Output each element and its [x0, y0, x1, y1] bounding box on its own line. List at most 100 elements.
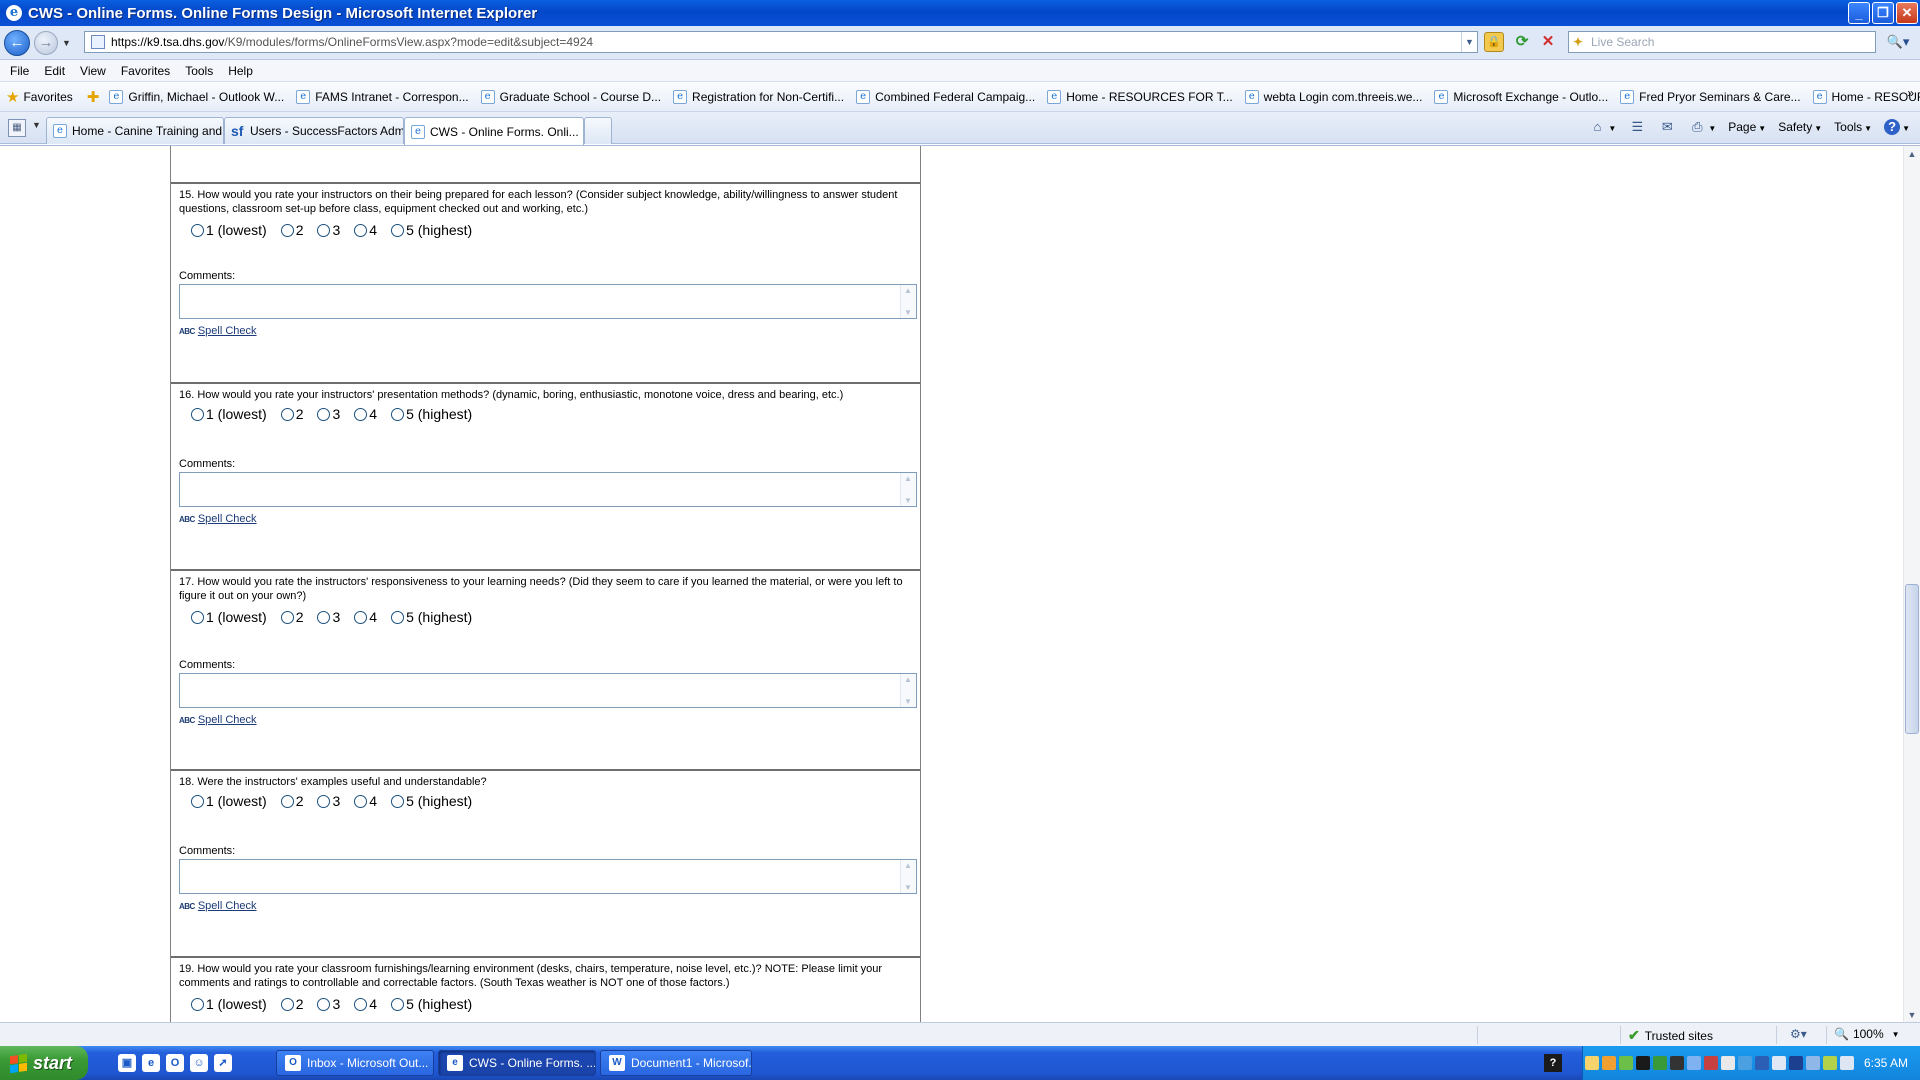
tray-app-icon[interactable]: [1601, 1056, 1616, 1070]
rating-option-4[interactable]: 4: [354, 996, 377, 1012]
rating-option-4[interactable]: 4: [354, 793, 377, 809]
tab-list-dropdown[interactable]: ▼: [32, 120, 41, 130]
read-mail-button[interactable]: ✉: [1658, 118, 1676, 136]
rating-option-5[interactable]: 5 (highest): [391, 406, 472, 422]
spell-check-link[interactable]: Spell Check: [198, 513, 257, 525]
favorite-link[interactable]: e Combined Federal Campaig...: [856, 89, 1035, 104]
spell-check[interactable]: ABC Spell Check: [179, 900, 257, 912]
favorite-link[interactable]: e FAMS Intranet - Correspon...: [296, 89, 469, 104]
tray-app-icon[interactable]: [1618, 1056, 1633, 1070]
tray-search-icon[interactable]: [1737, 1056, 1752, 1070]
address-dropdown-icon[interactable]: ▼: [1461, 32, 1477, 52]
rating-option-5[interactable]: 5 (highest): [391, 996, 472, 1012]
favorite-link[interactable]: eHome - RESOURCES FOR T...: [1812, 89, 1920, 104]
rating-option-1[interactable]: 1 (lowest): [191, 222, 267, 238]
radio-button[interactable]: [280, 407, 294, 421]
rating-option-2[interactable]: 2: [280, 996, 303, 1012]
search-icon[interactable]: 🔍▾: [1880, 32, 1916, 52]
scroll-down-icon[interactable]: ▼: [1904, 1007, 1920, 1022]
search-input[interactable]: ✦ Live Search: [1568, 31, 1876, 53]
spell-check[interactable]: ABC Spell Check: [179, 513, 257, 525]
tools-menu[interactable]: Tools ▼: [1834, 120, 1872, 134]
radio-button[interactable]: [391, 407, 405, 421]
task-document1-word[interactable]: W Document1 - Microsof...: [600, 1050, 752, 1076]
radio-button[interactable]: [191, 407, 204, 421]
favorite-link[interactable]: e Registration for Non-Certifi...: [673, 89, 844, 104]
spell-check-link[interactable]: Spell Check: [198, 900, 257, 912]
radio-button[interactable]: [391, 223, 405, 237]
radio-button[interactable]: [191, 794, 204, 808]
tray-mail-icon[interactable]: [1584, 1056, 1599, 1070]
radio-button[interactable]: [280, 794, 294, 808]
rating-option-2[interactable]: 2: [280, 793, 303, 809]
maximize-button[interactable]: ❐: [1872, 2, 1894, 24]
radio-button[interactable]: [317, 997, 331, 1011]
favorite-link[interactable]: e webta Login com.threeis.we...: [1244, 89, 1422, 104]
tab-cws-online-forms[interactable]: eCWS - Online Forms. Onli... ✕: [404, 117, 584, 145]
help-menu[interactable]: ? ▼: [1884, 119, 1910, 135]
desktop-icon[interactable]: ▣: [118, 1054, 136, 1072]
rating-option-3[interactable]: 3: [317, 996, 340, 1012]
tab-successfactors[interactable]: sf Users - SuccessFactors Admi...: [224, 117, 404, 144]
rating-option-3[interactable]: 3: [317, 222, 340, 238]
spell-check-link[interactable]: Spell Check: [198, 325, 257, 337]
rating-option-3[interactable]: 3: [317, 406, 340, 422]
menu-tools[interactable]: Tools: [185, 64, 213, 78]
messenger-icon[interactable]: ☺: [190, 1054, 208, 1072]
radio-button[interactable]: [354, 794, 368, 808]
textarea-scrollbar[interactable]: ▲ ▼: [900, 473, 916, 506]
comments-textarea[interactable]: ▲ ▼: [179, 284, 917, 319]
tray-app-icon[interactable]: [1822, 1056, 1837, 1070]
textarea-scrollbar[interactable]: ▲ ▼: [900, 860, 916, 893]
textarea-scrollbar[interactable]: ▲ ▼: [900, 285, 916, 318]
radio-button[interactable]: [317, 794, 331, 808]
favorites-button[interactable]: Favorites: [23, 90, 72, 104]
favorites-more-icon[interactable]: »: [1907, 86, 1914, 100]
spell-check-link[interactable]: Spell Check: [198, 714, 257, 726]
tray-app-icon[interactable]: [1635, 1056, 1650, 1070]
ie-quicklaunch-icon[interactable]: e: [142, 1054, 160, 1072]
radio-button[interactable]: [354, 997, 368, 1011]
spell-check[interactable]: ABC Spell Check: [179, 325, 257, 337]
comments-textarea[interactable]: ▲ ▼: [179, 673, 917, 708]
tray-app-icon[interactable]: [1703, 1056, 1718, 1070]
address-bar[interactable]: https://k9.tsa.dhs.gov/K9/modules/forms/…: [84, 31, 1478, 53]
radio-button[interactable]: [391, 794, 405, 808]
comments-textarea[interactable]: ▲ ▼: [179, 472, 917, 507]
menu-view[interactable]: View: [80, 64, 106, 78]
tray-app-icon[interactable]: [1771, 1056, 1786, 1070]
rating-option-1[interactable]: 1 (lowest): [191, 793, 267, 809]
textarea-scrollbar[interactable]: ▲ ▼: [900, 674, 916, 707]
rating-option-5[interactable]: 5 (highest): [391, 609, 472, 625]
minimize-button[interactable]: _: [1848, 2, 1870, 24]
protected-mode-icon[interactable]: ⚙▾: [1790, 1027, 1807, 1041]
security-zone[interactable]: ✔ Trusted sites: [1628, 1027, 1713, 1044]
new-tab-button[interactable]: [584, 117, 612, 144]
rating-option-1[interactable]: 1 (lowest): [191, 996, 267, 1012]
rating-option-5[interactable]: 5 (highest): [391, 793, 472, 809]
tray-network-icon[interactable]: [1686, 1056, 1701, 1070]
rating-option-3[interactable]: 3: [317, 793, 340, 809]
outlook-icon[interactable]: O: [166, 1054, 184, 1072]
quick-tabs-icon[interactable]: ▦: [8, 119, 26, 137]
page-scrollbar[interactable]: ▲ ▼: [1903, 146, 1920, 1022]
radio-button[interactable]: [280, 223, 294, 237]
favorite-link[interactable]: e Fred Pryor Seminars & Care...: [1620, 89, 1801, 104]
zoom-control[interactable]: 🔍 100% ▼: [1834, 1027, 1900, 1041]
scroll-up-icon[interactable]: ▲: [1904, 146, 1920, 162]
radio-button[interactable]: [317, 610, 331, 624]
print-button[interactable]: ⎙ ▼: [1688, 118, 1716, 136]
safety-menu[interactable]: Safety ▼: [1778, 120, 1822, 134]
radio-button[interactable]: [280, 610, 294, 624]
scrollbar-thumb[interactable]: [1905, 584, 1919, 734]
rating-option-2[interactable]: 2: [280, 222, 303, 238]
menu-help[interactable]: Help: [228, 64, 253, 78]
menu-file[interactable]: File: [10, 64, 29, 78]
menu-edit[interactable]: Edit: [44, 64, 65, 78]
radio-button[interactable]: [354, 407, 368, 421]
tray-info-icon[interactable]: [1788, 1056, 1803, 1070]
tray-app-icon[interactable]: [1720, 1056, 1735, 1070]
forward-button[interactable]: →: [34, 30, 58, 55]
rating-option-4[interactable]: 4: [354, 406, 377, 422]
radio-button[interactable]: [354, 610, 368, 624]
